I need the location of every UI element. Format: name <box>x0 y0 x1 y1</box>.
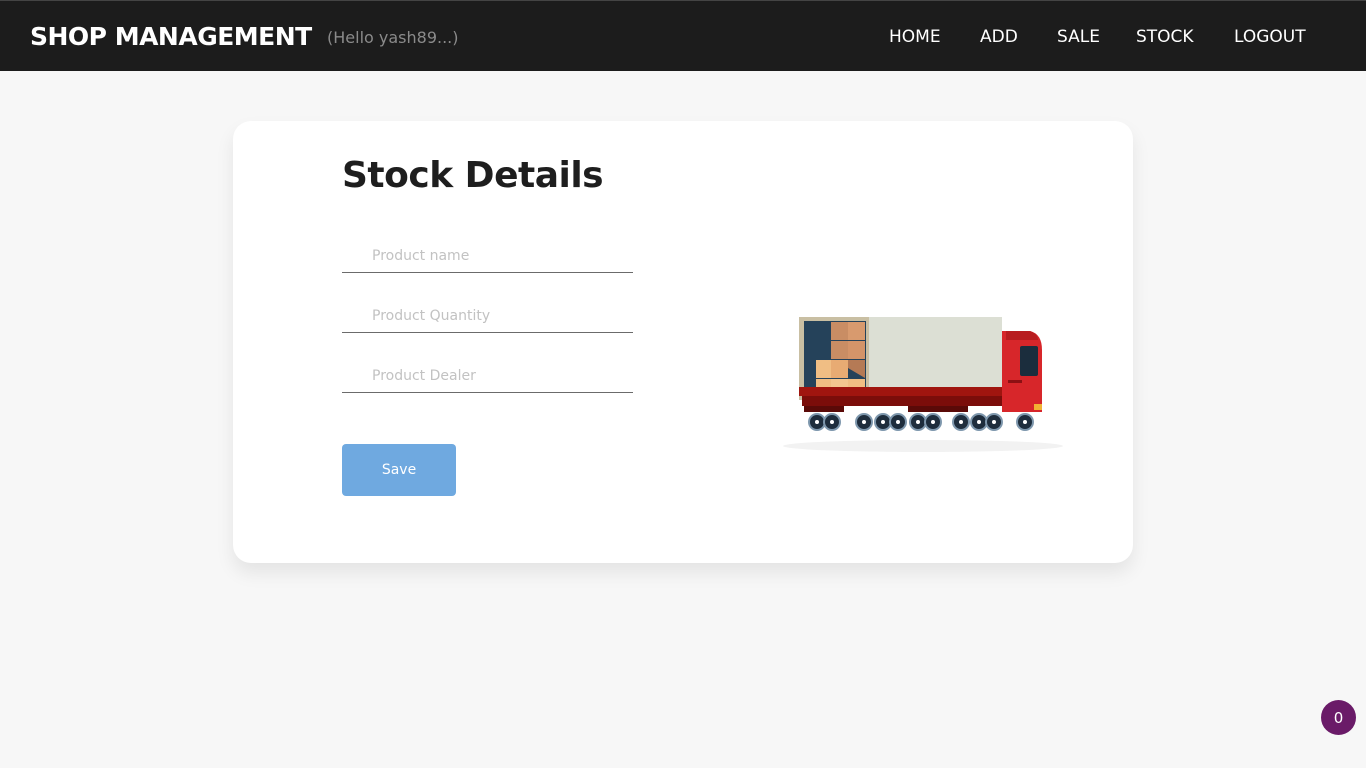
nav-link-sale[interactable]: SALE <box>1057 27 1100 47</box>
nav-link-add[interactable]: ADD <box>980 27 1018 47</box>
nav-link-home[interactable]: HOME <box>889 27 941 47</box>
page-title: Stock Details <box>342 155 604 196</box>
delivery-truck-icon <box>783 317 1063 452</box>
user-greeting: (Hello yash89...) <box>327 28 459 47</box>
product-name-input[interactable] <box>342 239 633 273</box>
brand-title[interactable]: SHOP MANAGEMENT <box>30 22 312 51</box>
nav-link-logout[interactable]: LOGOUT <box>1234 27 1306 47</box>
save-button[interactable]: Save <box>342 444 456 496</box>
stock-details-card: Stock Details Save <box>233 121 1133 563</box>
product-quantity-input[interactable] <box>342 299 633 333</box>
navbar: SHOP MANAGEMENT (Hello yash89...) HOME A… <box>0 0 1366 71</box>
notification-count-badge[interactable]: 0 <box>1321 700 1356 735</box>
nav-link-stock[interactable]: STOCK <box>1136 27 1194 47</box>
product-dealer-input[interactable] <box>342 359 633 393</box>
